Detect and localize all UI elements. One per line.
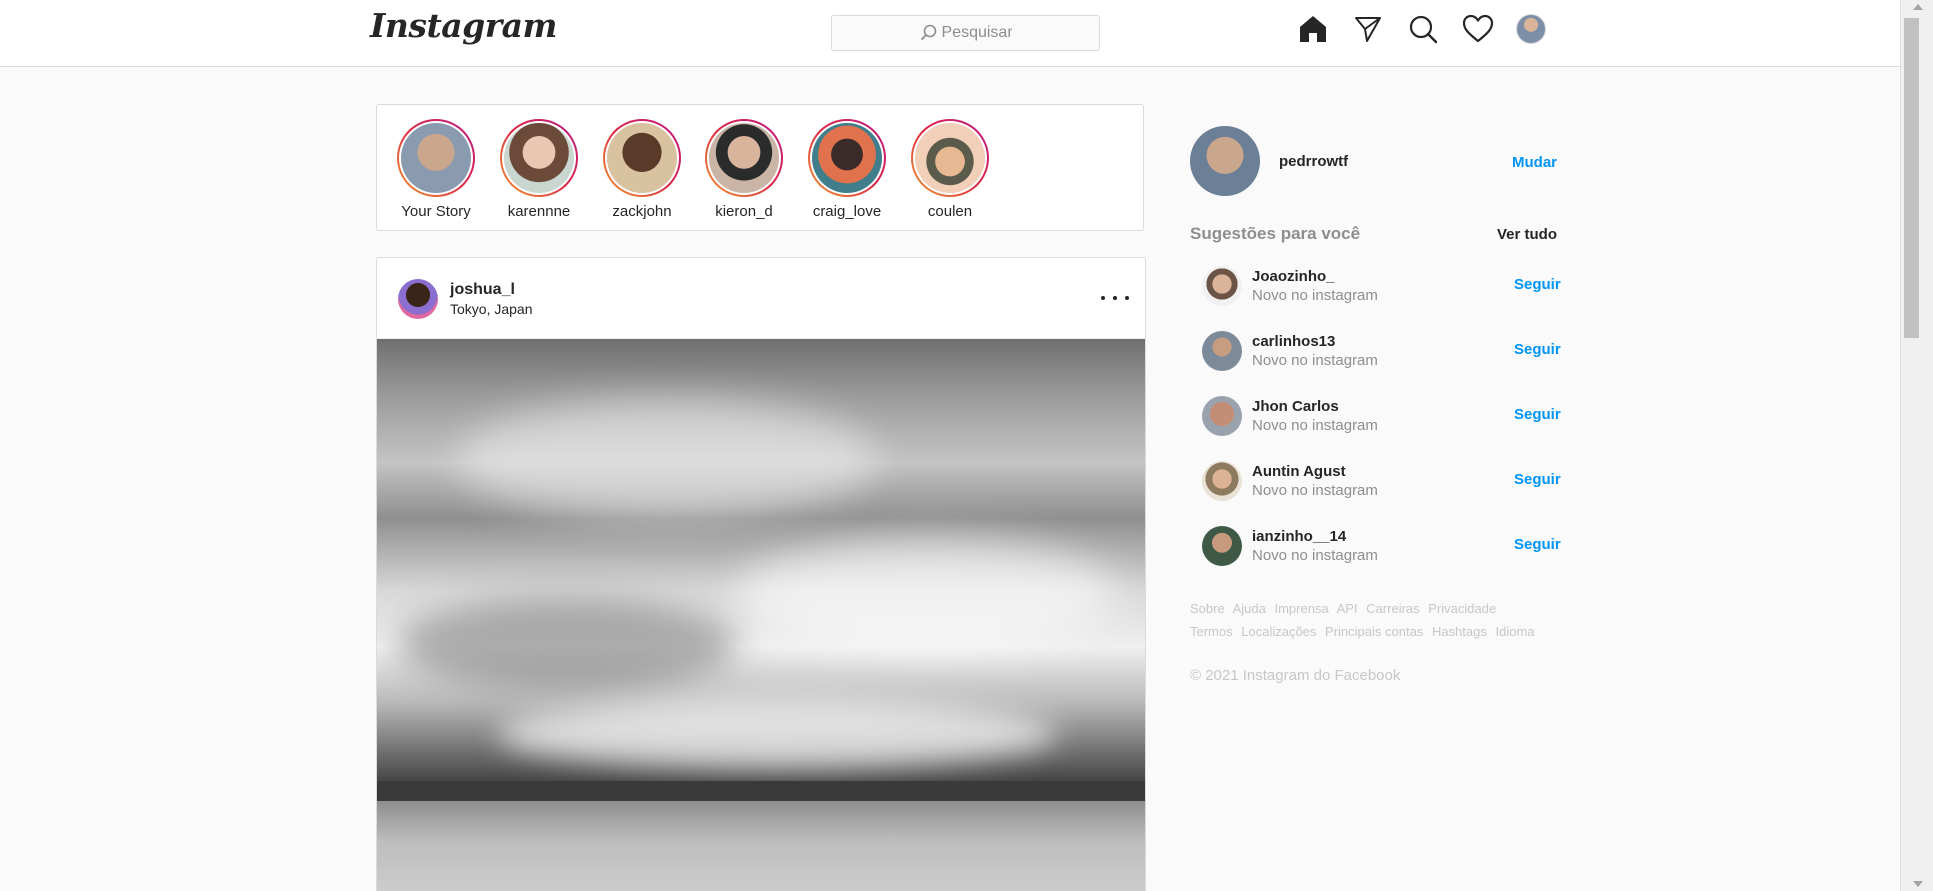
story-avatar [401, 123, 471, 193]
story-item[interactable]: zackjohn [597, 119, 687, 220]
suggestions-list: Joaozinho_ Novo no instagram Seguir carl… [1202, 266, 1572, 591]
story-item[interactable]: craig_love [802, 119, 892, 220]
suggestion-name[interactable]: Joaozinho_ [1252, 268, 1335, 285]
follow-button[interactable]: Seguir [1514, 536, 1561, 553]
suggestion-subtitle: Novo no instagram [1252, 287, 1378, 304]
footer-link-sobre[interactable]: Sobre [1190, 601, 1225, 616]
post-author-avatar[interactable] [398, 279, 438, 319]
footer-link-privacidade[interactable]: Privacidade [1428, 601, 1496, 616]
feed-post: joshua_l Tokyo, Japan [376, 257, 1146, 891]
footer-link-ajuda[interactable]: Ajuda [1233, 601, 1266, 616]
suggestion-item: ianzinho__14 Novo no instagram Seguir [1202, 526, 1572, 591]
suggestion-avatar[interactable] [1202, 331, 1242, 371]
footer-link-localizacoes[interactable]: Localizações [1241, 624, 1316, 639]
suggestion-avatar[interactable] [1202, 526, 1242, 566]
follow-button[interactable]: Seguir [1514, 406, 1561, 423]
story-avatar [709, 123, 779, 193]
story-label: Your Story [401, 203, 471, 220]
stories-tray: Your Story karennne zackjohn kieron_d cr… [376, 104, 1144, 231]
search-icon [920, 24, 938, 42]
profile-avatar[interactable] [1516, 14, 1546, 44]
suggestion-subtitle: Novo no instagram [1252, 482, 1378, 499]
direct-message-icon[interactable] [1351, 12, 1385, 46]
suggestion-item: Joaozinho_ Novo no instagram Seguir [1202, 266, 1572, 331]
suggestion-name[interactable]: ianzinho__14 [1252, 528, 1346, 545]
story-item[interactable]: kieron_d [699, 119, 789, 220]
suggestion-avatar[interactable] [1202, 396, 1242, 436]
suggestion-subtitle: Novo no instagram [1252, 417, 1378, 434]
follow-button[interactable]: Seguir [1514, 276, 1561, 293]
heart-icon[interactable] [1461, 12, 1495, 46]
footer-link-termos[interactable]: Termos [1190, 624, 1233, 639]
see-all-link[interactable]: Ver tudo [1497, 226, 1557, 243]
follow-button[interactable]: Seguir [1514, 471, 1561, 488]
suggestion-avatar[interactable] [1202, 461, 1242, 501]
suggestion-avatar[interactable] [1202, 266, 1242, 306]
story-label: coulen [927, 203, 973, 220]
post-image[interactable] [377, 339, 1145, 891]
copyright-text: © 2021 Instagram do Facebook [1190, 667, 1401, 684]
post-username[interactable]: joshua_l [450, 281, 515, 299]
more-options-icon[interactable] [1101, 288, 1129, 308]
vertical-scrollbar[interactable] [1900, 0, 1933, 891]
follow-button[interactable]: Seguir [1514, 341, 1561, 358]
story-avatar [915, 123, 985, 193]
scroll-down-arrow-icon[interactable] [1913, 881, 1923, 887]
suggestion-name[interactable]: Jhon Carlos [1252, 398, 1339, 415]
suggestion-subtitle: Novo no instagram [1252, 547, 1378, 564]
footer-link-principais-contas[interactable]: Principais contas [1325, 624, 1423, 639]
story-label: zackjohn [612, 203, 672, 220]
story-item[interactable]: coulen [905, 119, 995, 220]
explore-search-icon[interactable] [1406, 12, 1440, 46]
switch-account-link[interactable]: Mudar [1512, 154, 1557, 171]
current-user-name[interactable]: pedrrowtf [1279, 153, 1348, 170]
post-location[interactable]: Tokyo, Japan [450, 301, 533, 317]
suggestion-item: carlinhos13 Novo no instagram Seguir [1202, 331, 1572, 396]
scroll-thumb[interactable] [1904, 18, 1919, 338]
story-avatar [504, 123, 574, 193]
suggestion-name[interactable]: Auntin Agust [1252, 463, 1346, 480]
scroll-up-arrow-icon[interactable] [1913, 4, 1923, 10]
top-nav-bar: Instagram [0, 0, 1900, 67]
footer-link-hashtags[interactable]: Hashtags [1432, 624, 1487, 639]
story-avatar [607, 123, 677, 193]
suggestion-item: Auntin Agust Novo no instagram Seguir [1202, 461, 1572, 526]
story-label: craig_love [812, 203, 882, 220]
suggestion-name[interactable]: carlinhos13 [1252, 333, 1335, 350]
footer-link-api[interactable]: API [1337, 601, 1358, 616]
story-label: kieron_d [715, 203, 773, 220]
instagram-logo[interactable]: Instagram [370, 6, 557, 45]
home-icon[interactable] [1296, 12, 1330, 46]
footer-link-carreiras[interactable]: Carreiras [1366, 601, 1419, 616]
story-avatar [812, 123, 882, 193]
search-box[interactable] [831, 15, 1100, 51]
footer-link-idioma[interactable]: Idioma [1495, 624, 1534, 639]
suggestion-item: Jhon Carlos Novo no instagram Seguir [1202, 396, 1572, 461]
suggestion-subtitle: Novo no instagram [1252, 352, 1378, 369]
current-user-avatar[interactable] [1190, 126, 1260, 196]
nav-icons [1296, 12, 1546, 46]
story-item[interactable]: karennne [494, 119, 584, 220]
search-input[interactable] [941, 24, 1012, 42]
story-label: karennne [507, 203, 571, 220]
footer-links: Sobre Ajuda Imprensa API Carreiras Priva… [1190, 597, 1550, 643]
footer-link-imprensa[interactable]: Imprensa [1274, 601, 1328, 616]
story-item[interactable]: Your Story [391, 119, 481, 220]
suggestions-title: Sugestões para você [1190, 224, 1361, 243]
post-header: joshua_l Tokyo, Japan [377, 258, 1145, 339]
